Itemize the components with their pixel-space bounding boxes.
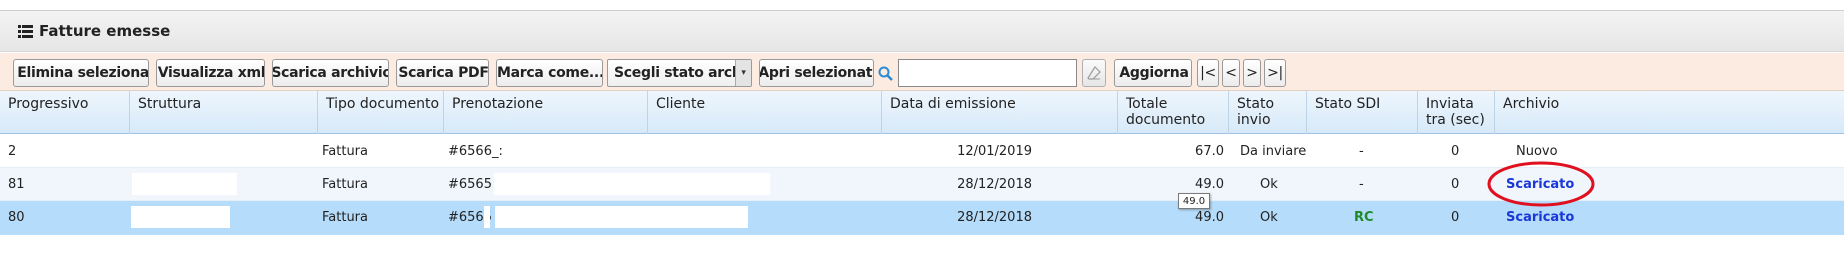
cell-progressivo: 81: [8, 177, 25, 192]
prev-page-label: <: [1225, 65, 1237, 81]
cell-stato-invio: Ok: [1260, 210, 1278, 225]
column-header-label: Struttura: [138, 96, 202, 112]
column-header-stato-sdi[interactable]: Stato SDI: [1307, 91, 1418, 134]
last-page-label: >|: [1267, 65, 1283, 81]
column-header-label: Data di emissione: [890, 96, 1016, 112]
next-page-label: >: [1246, 65, 1258, 81]
column-header-inviata-tra[interactable]: Inviata tra (sec): [1418, 91, 1495, 134]
download-archive-button[interactable]: Scarica archivio: [272, 59, 389, 87]
cell-tipo-documento: Fattura: [322, 144, 368, 159]
cell-tipo-documento: Fattura: [322, 177, 368, 192]
cell-tipo-documento: Fattura: [322, 210, 368, 225]
column-header-label: Tipo documento: [326, 96, 440, 112]
view-xml-button[interactable]: Visualizza xml: [156, 59, 265, 87]
next-page-button[interactable]: >: [1243, 59, 1261, 87]
redacted-cliente: [494, 173, 770, 195]
tooltip: 49.0: [1178, 193, 1210, 209]
panel-top-spacer: [0, 0, 1844, 10]
column-header-progressivo[interactable]: Progressivo: [0, 91, 130, 134]
column-header-archivio[interactable]: Archivio: [1495, 91, 1844, 134]
table-header: Progressivo Struttura Tipo documento Pre…: [0, 91, 1844, 134]
cell-stato-invio: Ok: [1260, 177, 1278, 192]
search-icon: [878, 66, 893, 81]
column-header-label: Inviata tra (sec): [1426, 96, 1485, 128]
column-header-totale-documento[interactable]: Totale documento: [1118, 91, 1229, 134]
last-page-button[interactable]: >|: [1264, 59, 1286, 87]
column-header-prenotazione[interactable]: Prenotazione: [444, 91, 648, 134]
cell-inviata-tra: 0: [1451, 177, 1460, 192]
column-header-tipo-documento[interactable]: Tipo documento: [318, 91, 444, 134]
open-selected-button[interactable]: Apri selezionati: [759, 59, 874, 87]
highlight-circle: [1487, 161, 1595, 207]
first-page-label: |<: [1200, 65, 1216, 81]
cell-progressivo: 2: [8, 144, 17, 159]
redacted-struttura: [132, 173, 237, 195]
column-header-cliente[interactable]: Cliente: [648, 91, 882, 134]
download-pdf-button[interactable]: Scarica PDF: [396, 59, 489, 87]
delete-selected-button[interactable]: ✖ Elimina selezionati: [13, 59, 149, 87]
cell-inviata-tra: 0: [1451, 210, 1460, 225]
redacted-struttura: [131, 206, 230, 228]
cell-stato-sdi: -: [1359, 177, 1364, 192]
delete-selected-label: Elimina selezionati: [17, 65, 149, 81]
cell-stato-sdi: RC: [1354, 210, 1374, 225]
column-header-label: Progressivo: [8, 96, 89, 112]
column-header-label: Totale documento: [1126, 96, 1206, 128]
column-header-label: Archivio: [1503, 96, 1560, 112]
cell-stato-invio: Da inviare: [1240, 144, 1307, 159]
list-icon: [18, 24, 33, 38]
cell-data-emissione: 28/12/2018: [957, 210, 1032, 225]
archive-state-select[interactable]: Scegli stato archivio ▾: [607, 59, 752, 87]
cell-progressivo: 80: [8, 210, 25, 225]
archive-state-value: Scegli stato archivio: [614, 65, 751, 81]
eraser-icon: [1087, 66, 1101, 80]
mark-as-label: Marca come...: [497, 65, 603, 81]
column-header-label: Cliente: [656, 96, 706, 112]
view-xml-label: Visualizza xml: [157, 65, 265, 81]
refresh-label: Aggiorna: [1119, 65, 1189, 81]
column-header-stato-invio[interactable]: Stato invio: [1229, 91, 1307, 134]
download-pdf-label: Scarica PDF: [398, 65, 489, 81]
panel-heading: Fatture emesse: [0, 10, 1844, 52]
redacted-cliente: [495, 206, 748, 228]
cell-data-emissione: 12/01/2019: [957, 144, 1032, 159]
cell-stato-sdi: -: [1359, 144, 1364, 159]
cell-totale: 67.0: [1195, 144, 1224, 159]
tooltip-text: 49.0: [1182, 195, 1206, 207]
refresh-button[interactable]: Aggiorna: [1114, 59, 1192, 87]
download-archive-label: Scarica archivio: [272, 65, 389, 81]
column-header-label: Prenotazione: [452, 96, 544, 112]
clear-search-button[interactable]: [1082, 59, 1106, 87]
column-header-label: Stato SDI: [1315, 96, 1381, 112]
first-page-button[interactable]: |<: [1197, 59, 1219, 87]
toolbar: ✖ Elimina selezionati Visualizza xml Sca…: [0, 53, 1844, 91]
cell-prenotazione: #6565: [448, 177, 492, 192]
mark-as-button[interactable]: Marca come...: [496, 59, 603, 87]
cell-inviata-tra: 0: [1451, 144, 1460, 159]
open-selected-label: Apri selezionati: [759, 65, 874, 81]
chevron-down-icon: ▾: [735, 60, 751, 86]
column-header-label: Stato invio: [1237, 96, 1275, 128]
search-input[interactable]: [898, 59, 1077, 87]
cell-data-emissione: 28/12/2018: [957, 177, 1032, 192]
prev-page-button[interactable]: <: [1222, 59, 1240, 87]
cell-prenotazione: #6566_:: [448, 144, 503, 159]
column-header-data-emissione[interactable]: Data di emissione: [882, 91, 1118, 134]
delete-icon: ✖: [14, 64, 15, 83]
redacted-prenotazione: [484, 206, 490, 228]
panel-title: Fatture emesse: [39, 22, 171, 40]
column-header-struttura[interactable]: Struttura: [130, 91, 318, 134]
